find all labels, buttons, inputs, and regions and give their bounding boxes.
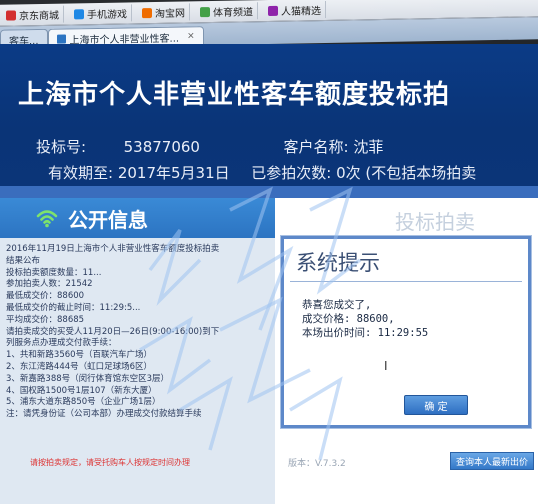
attempts-label: 已参拍次数:: [251, 164, 332, 182]
expiry-label: 有效期至:: [48, 164, 114, 182]
bid-number: 53877060: [123, 138, 200, 156]
notice-line: 结果公布: [6, 255, 41, 266]
notice-line: 3、新嘉路388号（闵行体育馆东空区3层）: [6, 373, 170, 384]
bid-number-label: 投标号:: [36, 138, 87, 156]
dialog-message-price: 成交价格: 88600,: [302, 313, 395, 325]
notice-line: 投标拍卖额度数量：11...: [6, 267, 102, 278]
close-icon[interactable]: ×: [187, 31, 195, 41]
bookmark-label: 淘宝网: [155, 8, 185, 20]
page-icon: [56, 34, 66, 44]
bookmark-favicon-icon: [142, 7, 152, 18]
page-title: 上海市个人非营业性客车额度投标拍: [18, 80, 451, 110]
notice-line: 1、共和新路3560号（百联汽车广场）: [6, 350, 153, 361]
bottom-note: 请按拍卖规定，请受托购车人按规定时间办理: [30, 458, 190, 467]
dialog-message-time: 本场出价时间: 11:29:55: [302, 327, 429, 339]
bookmark-favicon-icon: [268, 5, 278, 16]
bookmark-label: 人猫精选: [281, 6, 321, 18]
bookmark-favicon-icon: [6, 9, 16, 21]
public-info-title: 公开信息: [68, 207, 148, 232]
header-divider: [0, 186, 538, 198]
bookmark-favicon-icon: [74, 8, 84, 19]
page-header: 上海市个人非营业性客车额度投标拍 投标号: 53877060 客户名称: 沈菲 …: [0, 44, 538, 186]
bookmark-item[interactable]: 体育频道: [196, 2, 258, 21]
bid-auction-title: 投标拍卖: [395, 210, 475, 234]
notice-line: 平均成交价：88685: [6, 314, 85, 325]
bid-auction-header: 投标拍卖: [275, 198, 538, 238]
public-info-header: 公开信息: [0, 198, 275, 238]
expiry-info-row: 有效期至: 2017年5月31日 已参拍次数: 0次 (不包括本场拍卖: [48, 162, 476, 183]
expiry-date: 2017年5月31日: [117, 164, 230, 182]
bookmark-label: 京东商城: [19, 10, 59, 23]
notice-line: 2016年11月19日上海市个人非营业性客车额度投标拍卖: [6, 244, 220, 254]
notice-line: 最低成交价：88600: [6, 291, 85, 302]
confirm-button[interactable]: 确 定: [404, 395, 468, 415]
bookmark-favicon-icon: [200, 6, 210, 17]
notice-line: 5、浦东大道东路850号（企业广场1层）: [6, 397, 161, 408]
notice-line: 4、国权路1500号1层107（新东大厦）: [6, 385, 157, 396]
notice-line: 参加拍卖人数：21542: [6, 279, 93, 290]
dialog-message-congrats: 恭喜您成交了,: [302, 299, 372, 311]
notice-line: 注：请凭身份证（公司本部）办理成交付款结算手续: [6, 409, 202, 420]
wifi-icon: [36, 207, 58, 229]
bookmark-item[interactable]: 淘宝网: [138, 3, 190, 22]
customer-label: 客户名称:: [283, 138, 349, 156]
bookmark-item[interactable]: 手机游戏: [70, 4, 132, 23]
notice-line: 请拍卖成交的买受人11月20日—26日(9:00-16:00)到下: [6, 326, 220, 337]
notice-line: 最低成交价的截止时间：11:29:5...: [6, 302, 141, 313]
version-label: 版本：V.7.3.2: [288, 459, 346, 469]
bookmark-label: 手机游戏: [87, 9, 127, 22]
notice-line: 列服务点办理成交付款手续：: [6, 338, 117, 349]
text-cursor-icon: I: [384, 359, 388, 373]
attempts-note: (不包括本场拍卖: [365, 164, 477, 182]
bid-info-row: 投标号: 53877060 客户名称: 沈菲: [36, 136, 383, 157]
dialog-title: 系统提示: [296, 251, 380, 275]
notice-line: 2、东江湾路444号（虹口足球场6区）: [6, 361, 153, 372]
dialog-divider: [290, 281, 522, 282]
attempts-value: 0次: [336, 164, 361, 182]
bookmark-item[interactable]: 京东商城: [2, 5, 64, 24]
notice-text: 2016年11月19日上海市个人非营业性客车额度投标拍卖 结果公布 投标拍卖额度数量…: [6, 244, 271, 421]
customer-name: 沈菲: [353, 138, 384, 156]
query-latest-bid-button[interactable]: 查询本人最新出价: [450, 452, 534, 470]
system-prompt-dialog: 系统提示 恭喜您成交了, 成交价格: 88600, 本场出价时间: 11:29:…: [281, 236, 531, 428]
bookmark-item[interactable]: 人猫精选: [264, 1, 326, 20]
bookmark-label: 体育频道: [213, 7, 253, 19]
public-info-panel: 2016年11月19日上海市个人非营业性客车额度投标拍卖 结果公布 投标拍卖额度数量…: [0, 238, 275, 504]
